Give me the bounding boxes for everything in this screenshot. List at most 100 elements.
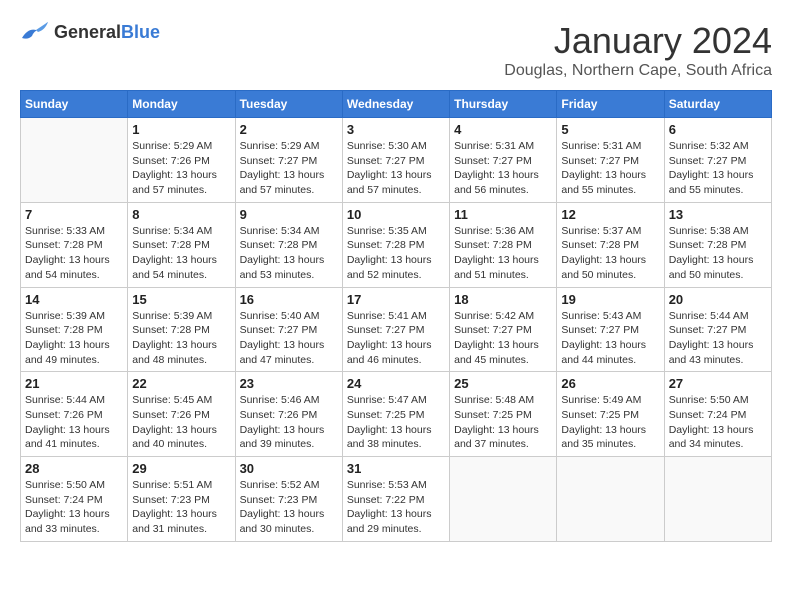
day-number: 14 <box>25 292 123 307</box>
calendar-cell <box>21 118 128 203</box>
calendar-cell: 16 Sunrise: 5:40 AM Sunset: 7:27 PM Dayli… <box>235 287 342 372</box>
day-info: Sunrise: 5:29 AM Sunset: 7:27 PM Dayligh… <box>240 139 338 198</box>
day-info: Sunrise: 5:41 AM Sunset: 7:27 PM Dayligh… <box>347 309 445 368</box>
calendar-week-row: 1Sunrise: 5:29 AM Sunset: 7:26 PM Daylig… <box>21 118 772 203</box>
calendar-cell: 13Sunrise: 5:38 AM Sunset: 7:28 PM Dayli… <box>664 202 771 287</box>
calendar-table: SundayMondayTuesdayWednesdayThursdayFrid… <box>20 90 772 542</box>
calendar-cell: 31 Sunrise: 5:53 AM Sunset: 7:22 PM Dayli… <box>342 457 449 542</box>
logo-blue: Blue <box>121 22 160 42</box>
calendar-cell: 9Sunrise: 5:34 AM Sunset: 7:28 PM Daylig… <box>235 202 342 287</box>
calendar-week-row: 7 Sunrise: 5:33 AM Sunset: 7:28 PM Daylig… <box>21 202 772 287</box>
day-info: Sunrise: 5:33 AM Sunset: 7:28 PM Dayligh… <box>25 224 123 283</box>
calendar-cell: 6 Sunrise: 5:32 AM Sunset: 7:27 PM Daylig… <box>664 118 771 203</box>
day-number: 7 <box>25 207 123 222</box>
calendar-cell: 10 Sunrise: 5:35 AM Sunset: 7:28 PM Dayli… <box>342 202 449 287</box>
day-number: 21 <box>25 376 123 391</box>
calendar-header-sunday: Sunday <box>21 91 128 118</box>
day-info: Sunrise: 5:48 AM Sunset: 7:25 PM Dayligh… <box>454 393 552 452</box>
logo-general: General <box>54 22 121 42</box>
day-number: 28 <box>25 461 123 476</box>
calendar-cell: 17 Sunrise: 5:41 AM Sunset: 7:27 PM Dayli… <box>342 287 449 372</box>
day-info: Sunrise: 5:40 AM Sunset: 7:27 PM Dayligh… <box>240 309 338 368</box>
day-info: Sunrise: 5:38 AM Sunset: 7:28 PM Dayligh… <box>669 224 767 283</box>
day-info: Sunrise: 5:49 AM Sunset: 7:25 PM Dayligh… <box>561 393 659 452</box>
calendar-header-monday: Monday <box>128 91 235 118</box>
calendar-header-thursday: Thursday <box>450 91 557 118</box>
calendar-cell <box>664 457 771 542</box>
calendar-cell: 27 Sunrise: 5:50 AM Sunset: 7:24 PM Dayli… <box>664 372 771 457</box>
day-info: Sunrise: 5:44 AM Sunset: 7:26 PM Dayligh… <box>25 393 123 452</box>
day-number: 17 <box>347 292 445 307</box>
calendar-cell: 23 Sunrise: 5:46 AM Sunset: 7:26 PM Dayli… <box>235 372 342 457</box>
location-title: Douglas, Northern Cape, South Africa <box>504 62 772 80</box>
day-number: 3 <box>347 122 445 137</box>
calendar-cell: 8 Sunrise: 5:34 AM Sunset: 7:28 PM Daylig… <box>128 202 235 287</box>
calendar-week-row: 21 Sunrise: 5:44 AM Sunset: 7:26 PM Dayli… <box>21 372 772 457</box>
day-number: 4 <box>454 122 552 137</box>
day-info: Sunrise: 5:46 AM Sunset: 7:26 PM Dayligh… <box>240 393 338 452</box>
day-number: 16 <box>240 292 338 307</box>
calendar-cell: 1Sunrise: 5:29 AM Sunset: 7:26 PM Daylig… <box>128 118 235 203</box>
calendar-cell: 11 Sunrise: 5:36 AM Sunset: 7:28 PM Dayli… <box>450 202 557 287</box>
calendar-cell: 29Sunrise: 5:51 AM Sunset: 7:23 PM Dayli… <box>128 457 235 542</box>
day-number: 1 <box>132 122 230 137</box>
day-number: 23 <box>240 376 338 391</box>
title-section: January 2024 Douglas, Northern Cape, Sou… <box>504 20 772 80</box>
day-info: Sunrise: 5:37 AM Sunset: 7:28 PM Dayligh… <box>561 224 659 283</box>
day-number: 20 <box>669 292 767 307</box>
calendar-cell: 15 Sunrise: 5:39 AM Sunset: 7:28 PM Dayli… <box>128 287 235 372</box>
calendar-cell: 14Sunrise: 5:39 AM Sunset: 7:28 PM Dayli… <box>21 287 128 372</box>
day-info: Sunrise: 5:31 AM Sunset: 7:27 PM Dayligh… <box>454 139 552 198</box>
calendar-cell: 28Sunrise: 5:50 AM Sunset: 7:24 PM Dayli… <box>21 457 128 542</box>
day-number: 6 <box>669 122 767 137</box>
calendar-week-row: 14 Sunrise: 5:39 AM Sunset: 7:28 PM Dayli… <box>21 287 772 372</box>
day-number: 2 <box>240 122 338 137</box>
day-info: Sunrise: 5:34 AM Sunset: 7:28 PM Dayligh… <box>132 224 230 283</box>
day-number: 8 <box>132 207 230 222</box>
day-info: Sunrise: 5:51 AM Sunset: 7:23 PM Dayligh… <box>132 478 230 537</box>
day-number: 30 <box>240 461 338 476</box>
day-number: 9 <box>240 207 338 222</box>
day-info: Sunrise: 5:32 AM Sunset: 7:27 PM Dayligh… <box>669 139 767 198</box>
day-number: 12 <box>561 207 659 222</box>
logo: GeneralBlue <box>20 20 160 44</box>
day-number: 22 <box>132 376 230 391</box>
calendar-cell <box>557 457 664 542</box>
day-info: Sunrise: 5:42 AM Sunset: 7:27 PM Dayligh… <box>454 309 552 368</box>
day-info: Sunrise: 5:47 AM Sunset: 7:25 PM Dayligh… <box>347 393 445 452</box>
calendar-cell: 12 Sunrise: 5:37 AM Sunset: 7:28 PM Dayli… <box>557 202 664 287</box>
day-info: Sunrise: 5:53 AM Sunset: 7:22 PM Dayligh… <box>347 478 445 537</box>
day-number: 10 <box>347 207 445 222</box>
calendar-cell: 2 Sunrise: 5:29 AM Sunset: 7:27 PM Daylig… <box>235 118 342 203</box>
day-number: 27 <box>669 376 767 391</box>
day-number: 15 <box>132 292 230 307</box>
day-info: Sunrise: 5:39 AM Sunset: 7:28 PM Dayligh… <box>132 309 230 368</box>
calendar-header-friday: Friday <box>557 91 664 118</box>
day-number: 31 <box>347 461 445 476</box>
day-info: Sunrise: 5:44 AM Sunset: 7:27 PM Dayligh… <box>669 309 767 368</box>
calendar-cell <box>450 457 557 542</box>
calendar-cell: 18 Sunrise: 5:42 AM Sunset: 7:27 PM Dayli… <box>450 287 557 372</box>
calendar-cell: 24Sunrise: 5:47 AM Sunset: 7:25 PM Dayli… <box>342 372 449 457</box>
day-number: 19 <box>561 292 659 307</box>
calendar-header-row: SundayMondayTuesdayWednesdayThursdayFrid… <box>21 91 772 118</box>
calendar-week-row: 28Sunrise: 5:50 AM Sunset: 7:24 PM Dayli… <box>21 457 772 542</box>
calendar-cell: 5Sunrise: 5:31 AM Sunset: 7:27 PM Daylig… <box>557 118 664 203</box>
page-header: GeneralBlue January 2024 Douglas, Northe… <box>20 20 772 80</box>
day-number: 5 <box>561 122 659 137</box>
day-number: 11 <box>454 207 552 222</box>
day-number: 25 <box>454 376 552 391</box>
day-info: Sunrise: 5:50 AM Sunset: 7:24 PM Dayligh… <box>669 393 767 452</box>
day-info: Sunrise: 5:35 AM Sunset: 7:28 PM Dayligh… <box>347 224 445 283</box>
calendar-cell: 7 Sunrise: 5:33 AM Sunset: 7:28 PM Daylig… <box>21 202 128 287</box>
day-number: 18 <box>454 292 552 307</box>
calendar-cell: 19 Sunrise: 5:43 AM Sunset: 7:27 PM Dayli… <box>557 287 664 372</box>
day-info: Sunrise: 5:43 AM Sunset: 7:27 PM Dayligh… <box>561 309 659 368</box>
calendar-cell: 26Sunrise: 5:49 AM Sunset: 7:25 PM Dayli… <box>557 372 664 457</box>
day-info: Sunrise: 5:45 AM Sunset: 7:26 PM Dayligh… <box>132 393 230 452</box>
calendar-header-saturday: Saturday <box>664 91 771 118</box>
month-title: January 2024 <box>504 20 772 62</box>
calendar-header-wednesday: Wednesday <box>342 91 449 118</box>
day-info: Sunrise: 5:36 AM Sunset: 7:28 PM Dayligh… <box>454 224 552 283</box>
calendar-cell: 30Sunrise: 5:52 AM Sunset: 7:23 PM Dayli… <box>235 457 342 542</box>
